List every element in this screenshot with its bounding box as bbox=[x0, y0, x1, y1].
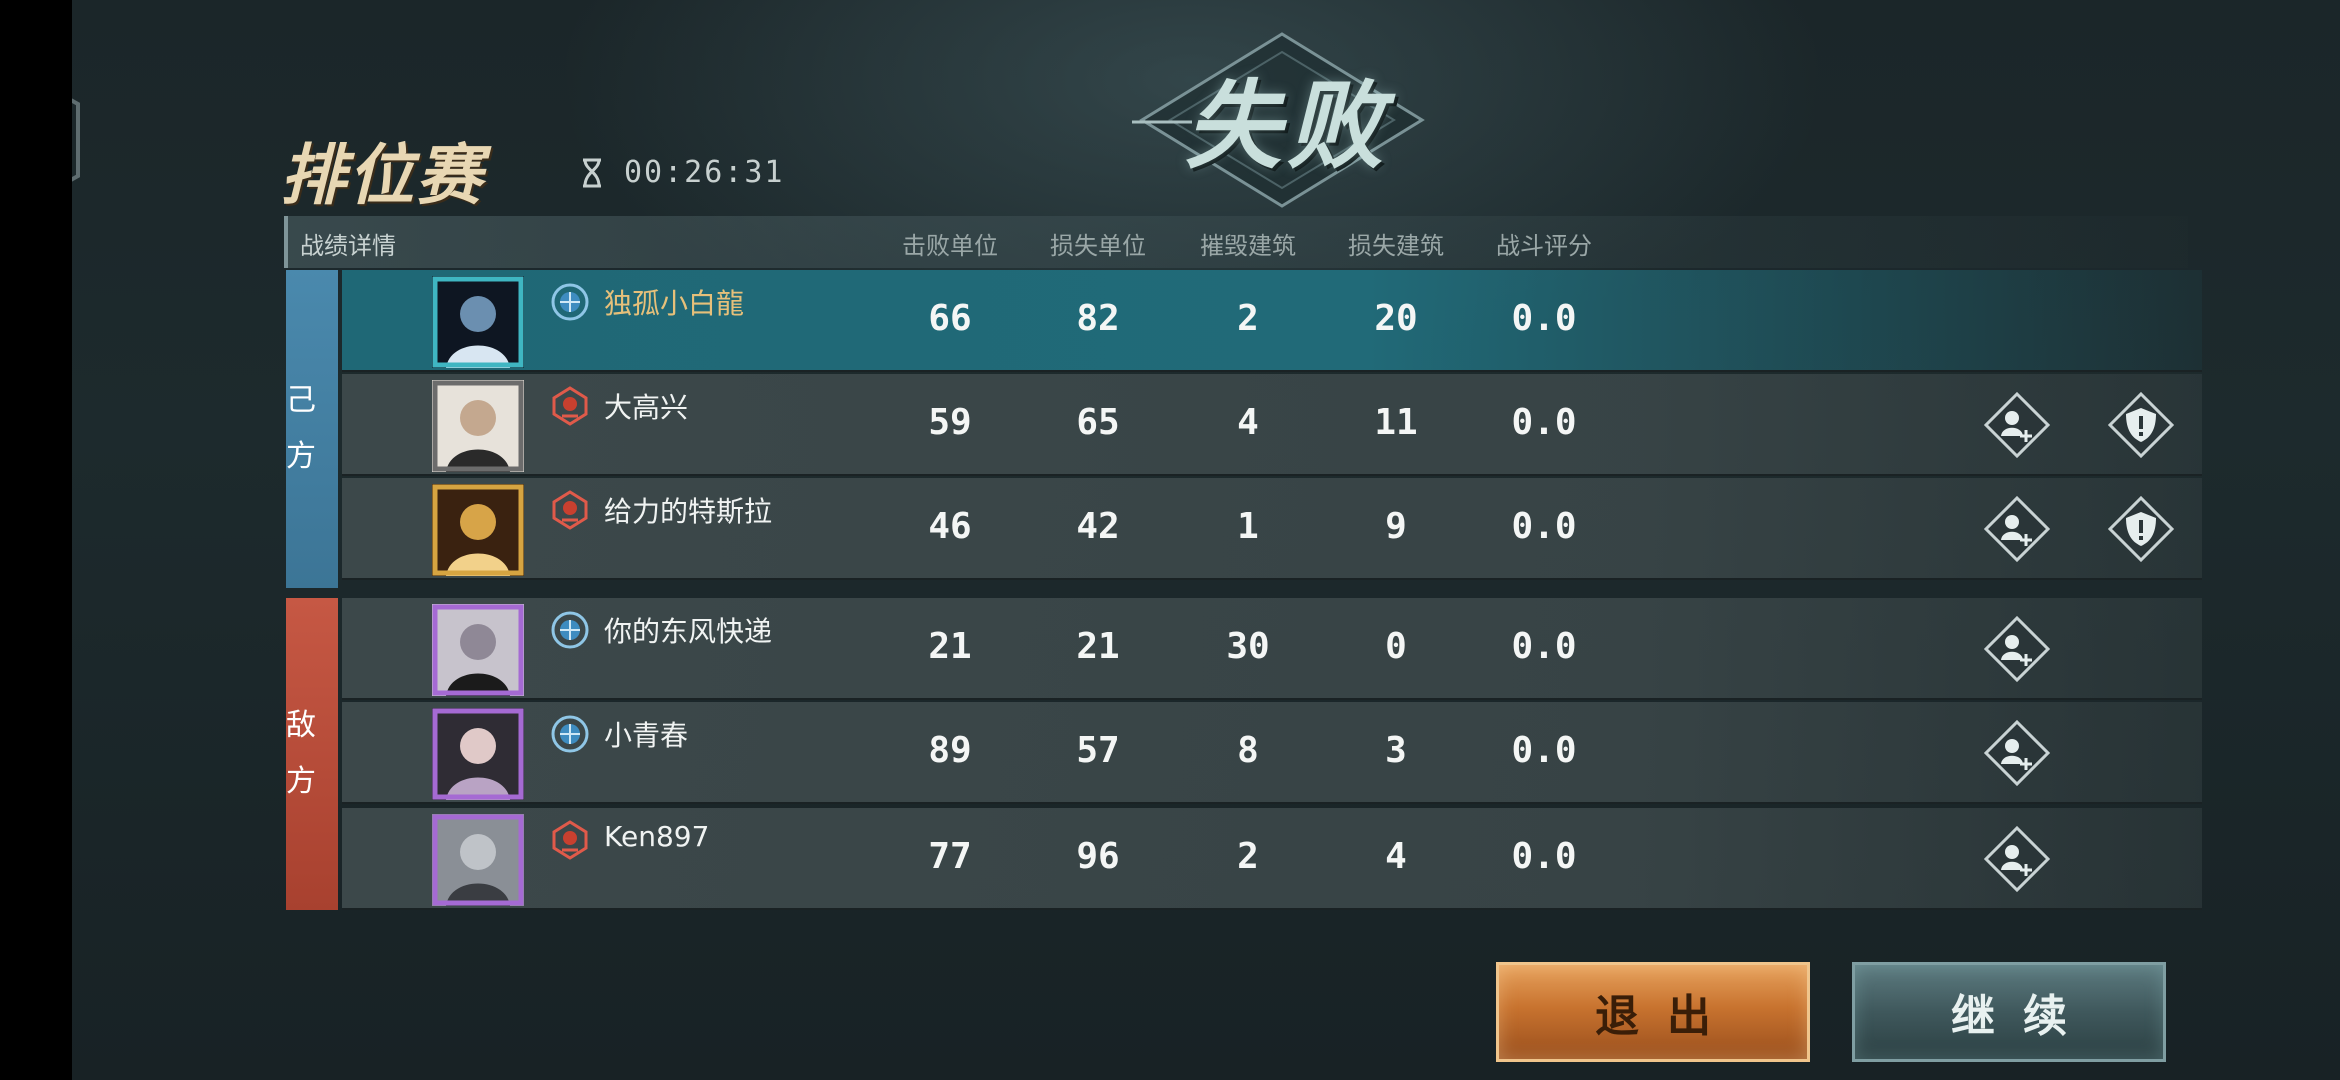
continue-button[interactable]: 继续 bbox=[1852, 962, 2166, 1062]
stat-kills: 21 bbox=[928, 626, 972, 667]
stat-buildings-destroyed: 1 bbox=[1237, 506, 1259, 547]
add-friend-icon bbox=[1983, 615, 2051, 686]
stat-buildings-lost: 0 bbox=[1385, 626, 1407, 667]
exit-button[interactable]: 退出 bbox=[1496, 962, 1810, 1062]
stat-losses: 65 bbox=[1076, 402, 1120, 443]
column-header-losses: 损失单位 bbox=[1050, 232, 1146, 260]
stat-kills: 77 bbox=[928, 836, 972, 877]
stat-battle-score: 0.0 bbox=[1511, 836, 1577, 877]
stat-buildings-lost: 4 bbox=[1385, 836, 1407, 877]
player-name: Ken897 bbox=[604, 820, 710, 853]
add-friend-icon bbox=[1983, 719, 2051, 790]
stat-buildings-lost: 20 bbox=[1374, 298, 1418, 339]
report-icon bbox=[2107, 391, 2175, 462]
player-avatar[interactable] bbox=[432, 708, 524, 800]
stat-kills: 66 bbox=[928, 298, 972, 339]
add-friend-icon bbox=[1983, 825, 2051, 896]
column-header-buildings-destroyed: 摧毁建筑 bbox=[1200, 232, 1296, 260]
report-icon bbox=[2107, 495, 2175, 566]
player-row: 给力的特斯拉 46 42 1 9 0.0 bbox=[342, 478, 2202, 580]
blue-globe-rank-icon bbox=[550, 610, 590, 650]
stat-battle-score: 0.0 bbox=[1511, 626, 1577, 667]
stat-losses: 96 bbox=[1076, 836, 1120, 877]
stat-losses: 82 bbox=[1076, 298, 1120, 339]
add-friend-button[interactable] bbox=[1983, 825, 2051, 893]
stat-kills: 89 bbox=[928, 730, 972, 771]
side-hex-decoration bbox=[72, 98, 80, 182]
stat-buildings-lost: 3 bbox=[1385, 730, 1407, 771]
stat-buildings-destroyed: 2 bbox=[1237, 836, 1259, 877]
column-header-buildings-lost: 损失建筑 bbox=[1348, 232, 1444, 260]
add-friend-button[interactable] bbox=[1983, 719, 2051, 787]
team-tab-own: 己方 bbox=[286, 270, 338, 588]
match-timer: 00:26:31 bbox=[624, 155, 785, 190]
blue-globe-rank-icon bbox=[550, 714, 590, 754]
player-name: 大高兴 bbox=[604, 391, 689, 424]
player-row: Ken897 77 96 2 4 0.0 bbox=[342, 808, 2202, 910]
stat-losses: 57 bbox=[1076, 730, 1120, 771]
table-section-label: 战绩详情 bbox=[300, 232, 396, 260]
hourglass-icon bbox=[583, 158, 601, 188]
stat-kills: 59 bbox=[928, 402, 972, 443]
report-button[interactable] bbox=[2107, 495, 2175, 563]
player-name: 给力的特斯拉 bbox=[604, 495, 773, 528]
player-avatar[interactable] bbox=[432, 814, 524, 906]
team-label-enemy: 敌方 bbox=[286, 708, 316, 799]
stat-buildings-destroyed: 30 bbox=[1226, 626, 1270, 667]
stat-buildings-lost: 11 bbox=[1374, 402, 1418, 443]
team-label-own: 己方 bbox=[286, 383, 316, 474]
stat-battle-score: 0.0 bbox=[1511, 402, 1577, 443]
stat-buildings-destroyed: 8 bbox=[1237, 730, 1259, 771]
player-name: 小青春 bbox=[604, 719, 689, 752]
player-name: 你的东风快递 bbox=[604, 615, 773, 648]
column-header-battle-score: 战斗评分 bbox=[1496, 232, 1592, 260]
red-emblem-rank-icon bbox=[550, 386, 590, 426]
stat-battle-score: 0.0 bbox=[1511, 506, 1577, 547]
stat-battle-score: 0.0 bbox=[1511, 298, 1577, 339]
red-emblem-rank-icon bbox=[550, 490, 590, 530]
stat-buildings-destroyed: 4 bbox=[1237, 402, 1259, 443]
player-row: 小青春 89 57 8 3 0.0 bbox=[342, 702, 2202, 804]
add-friend-button[interactable] bbox=[1983, 391, 2051, 459]
player-name: 独孤小白龍 bbox=[604, 287, 745, 320]
add-friend-icon bbox=[1983, 391, 2051, 462]
team-tab-enemy: 敌方 bbox=[286, 598, 338, 910]
stat-buildings-destroyed: 2 bbox=[1237, 298, 1259, 339]
stat-losses: 21 bbox=[1076, 626, 1120, 667]
red-emblem-rank-icon bbox=[550, 820, 590, 860]
player-row: 大高兴 59 65 4 11 0.0 bbox=[342, 374, 2202, 476]
player-avatar[interactable] bbox=[432, 276, 524, 368]
stat-kills: 46 bbox=[928, 506, 972, 547]
column-header-kills: 击败单位 bbox=[902, 232, 998, 260]
blue-globe-rank-icon bbox=[550, 282, 590, 322]
add-friend-button[interactable] bbox=[1983, 615, 2051, 683]
add-friend-icon bbox=[1983, 495, 2051, 566]
player-avatar[interactable] bbox=[432, 380, 524, 472]
add-friend-button[interactable] bbox=[1983, 495, 2051, 563]
stat-losses: 42 bbox=[1076, 506, 1120, 547]
player-avatar[interactable] bbox=[432, 604, 524, 696]
mode-title: 排位赛 bbox=[280, 136, 484, 214]
stat-buildings-lost: 9 bbox=[1385, 506, 1407, 547]
defeat-title: 失败 bbox=[1185, 69, 1389, 182]
player-row: 你的东风快递 21 21 30 0 0.0 bbox=[342, 598, 2202, 700]
player-avatar[interactable] bbox=[432, 484, 524, 576]
stat-battle-score: 0.0 bbox=[1511, 730, 1577, 771]
game-result-screen: 失败 排位赛 00:26:31 战绩详情 击败单位 损失单位 摧毁建筑 损失建筑… bbox=[72, 0, 2340, 1080]
report-button[interactable] bbox=[2107, 391, 2175, 459]
player-row: 独孤小白龍 66 82 2 20 0.0 bbox=[342, 270, 2202, 372]
